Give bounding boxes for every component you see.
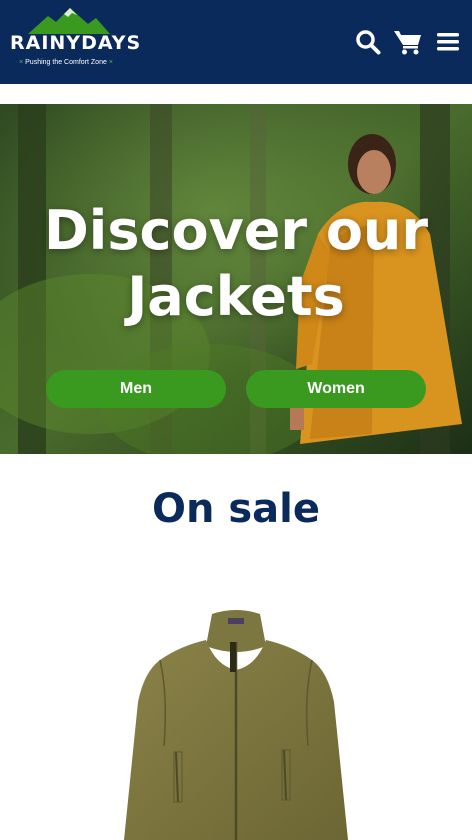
site-header: RAINYDAYS × Pushing the Comfort Zone ×	[0, 0, 472, 84]
logo-tagline: × Pushing the Comfort Zone ×	[8, 59, 124, 66]
logo-wordmark: RAINYDAYS	[10, 32, 142, 54]
search-icon[interactable]	[354, 28, 382, 56]
cart-icon[interactable]	[394, 28, 422, 56]
menu-icon[interactable]	[434, 28, 462, 56]
hero-banner: Discover our Jackets Men Women	[0, 104, 472, 454]
tagline-mark-right: ×	[108, 59, 113, 66]
hero-title: Discover our Jackets	[0, 198, 472, 330]
header-actions	[354, 27, 462, 57]
women-button[interactable]: Women	[246, 370, 426, 408]
men-button[interactable]: Men	[46, 370, 226, 408]
mountain-logo-icon	[28, 8, 110, 34]
on-sale-heading: On sale	[151, 486, 321, 532]
tagline-text: Pushing the Comfort Zone	[25, 59, 107, 66]
product-jacket-image[interactable]	[120, 606, 352, 840]
hero-title-line1: Discover our	[43, 199, 428, 262]
hero-title-line2: Jackets	[127, 265, 345, 328]
tagline-mark-left: ×	[19, 59, 24, 66]
rainydays-logo[interactable]: RAINYDAYS × Pushing the Comfort Zone ×	[8, 8, 142, 72]
